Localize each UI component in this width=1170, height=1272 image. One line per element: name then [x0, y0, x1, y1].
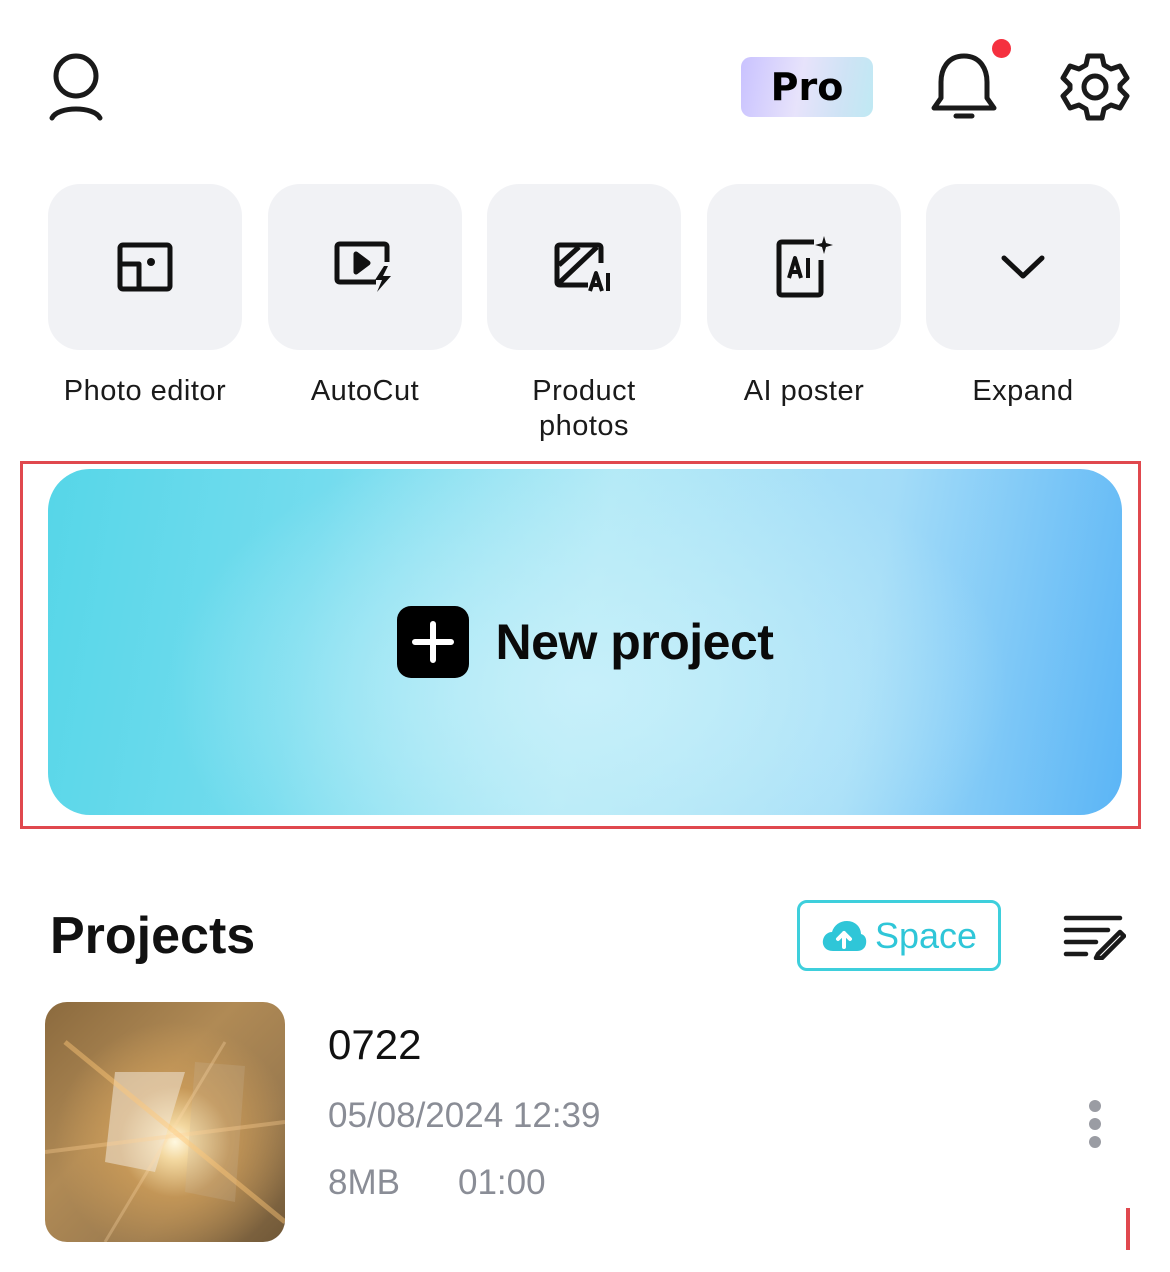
tool-autocut[interactable]: AutoCut [268, 184, 462, 409]
notification-dot [992, 39, 1011, 58]
space-button[interactable]: Space [797, 900, 1001, 971]
tool-tile[interactable] [707, 184, 901, 350]
project-duration: 01:00 [458, 1163, 546, 1202]
tool-label: AI poster [743, 375, 865, 407]
photo-editor-icon [117, 242, 173, 292]
profile-icon[interactable] [40, 48, 112, 128]
tool-expand[interactable]: Expand [926, 184, 1120, 409]
project-date: 05/08/2024 12:39 [328, 1096, 601, 1135]
section-title: Projects [50, 907, 256, 965]
pro-badge[interactable]: Pro [741, 57, 873, 117]
space-label: Space [874, 914, 978, 956]
new-project-label: New project [495, 614, 774, 670]
tool-ai-poster[interactable]: AI poster [707, 184, 901, 409]
plus-icon [396, 606, 469, 678]
project-name[interactable]: 0722 [328, 1021, 421, 1069]
more-options-icon[interactable] [1072, 1094, 1118, 1154]
edit-list-icon[interactable] [1062, 912, 1126, 960]
tool-label: Photo editor [63, 375, 227, 407]
tool-tile[interactable] [268, 184, 462, 350]
project-thumbnail[interactable] [45, 1002, 285, 1242]
gear-icon[interactable] [1058, 50, 1132, 124]
tool-tile[interactable] [487, 184, 681, 350]
autocut-icon [334, 241, 391, 292]
tool-label: Product photos [532, 375, 636, 442]
project-size: 8MB [328, 1163, 400, 1202]
tool-tile[interactable] [48, 184, 242, 350]
chevron-down-icon [1001, 255, 1045, 279]
ai-poster-icon [776, 236, 833, 298]
cloud-upload-icon [822, 920, 867, 951]
tool-label: Expand [972, 375, 1074, 407]
tool-product-photos[interactable]: Product photos [487, 184, 681, 444]
product-photos-icon [554, 242, 610, 292]
new-project-button[interactable]: New project [48, 469, 1122, 815]
tool-photo-editor[interactable]: Photo editor [48, 184, 242, 409]
tool-label: AutoCut [310, 375, 420, 407]
tool-tile[interactable] [926, 184, 1120, 350]
bell-icon[interactable] [925, 50, 1003, 124]
scroll-indicator [1126, 1208, 1130, 1250]
